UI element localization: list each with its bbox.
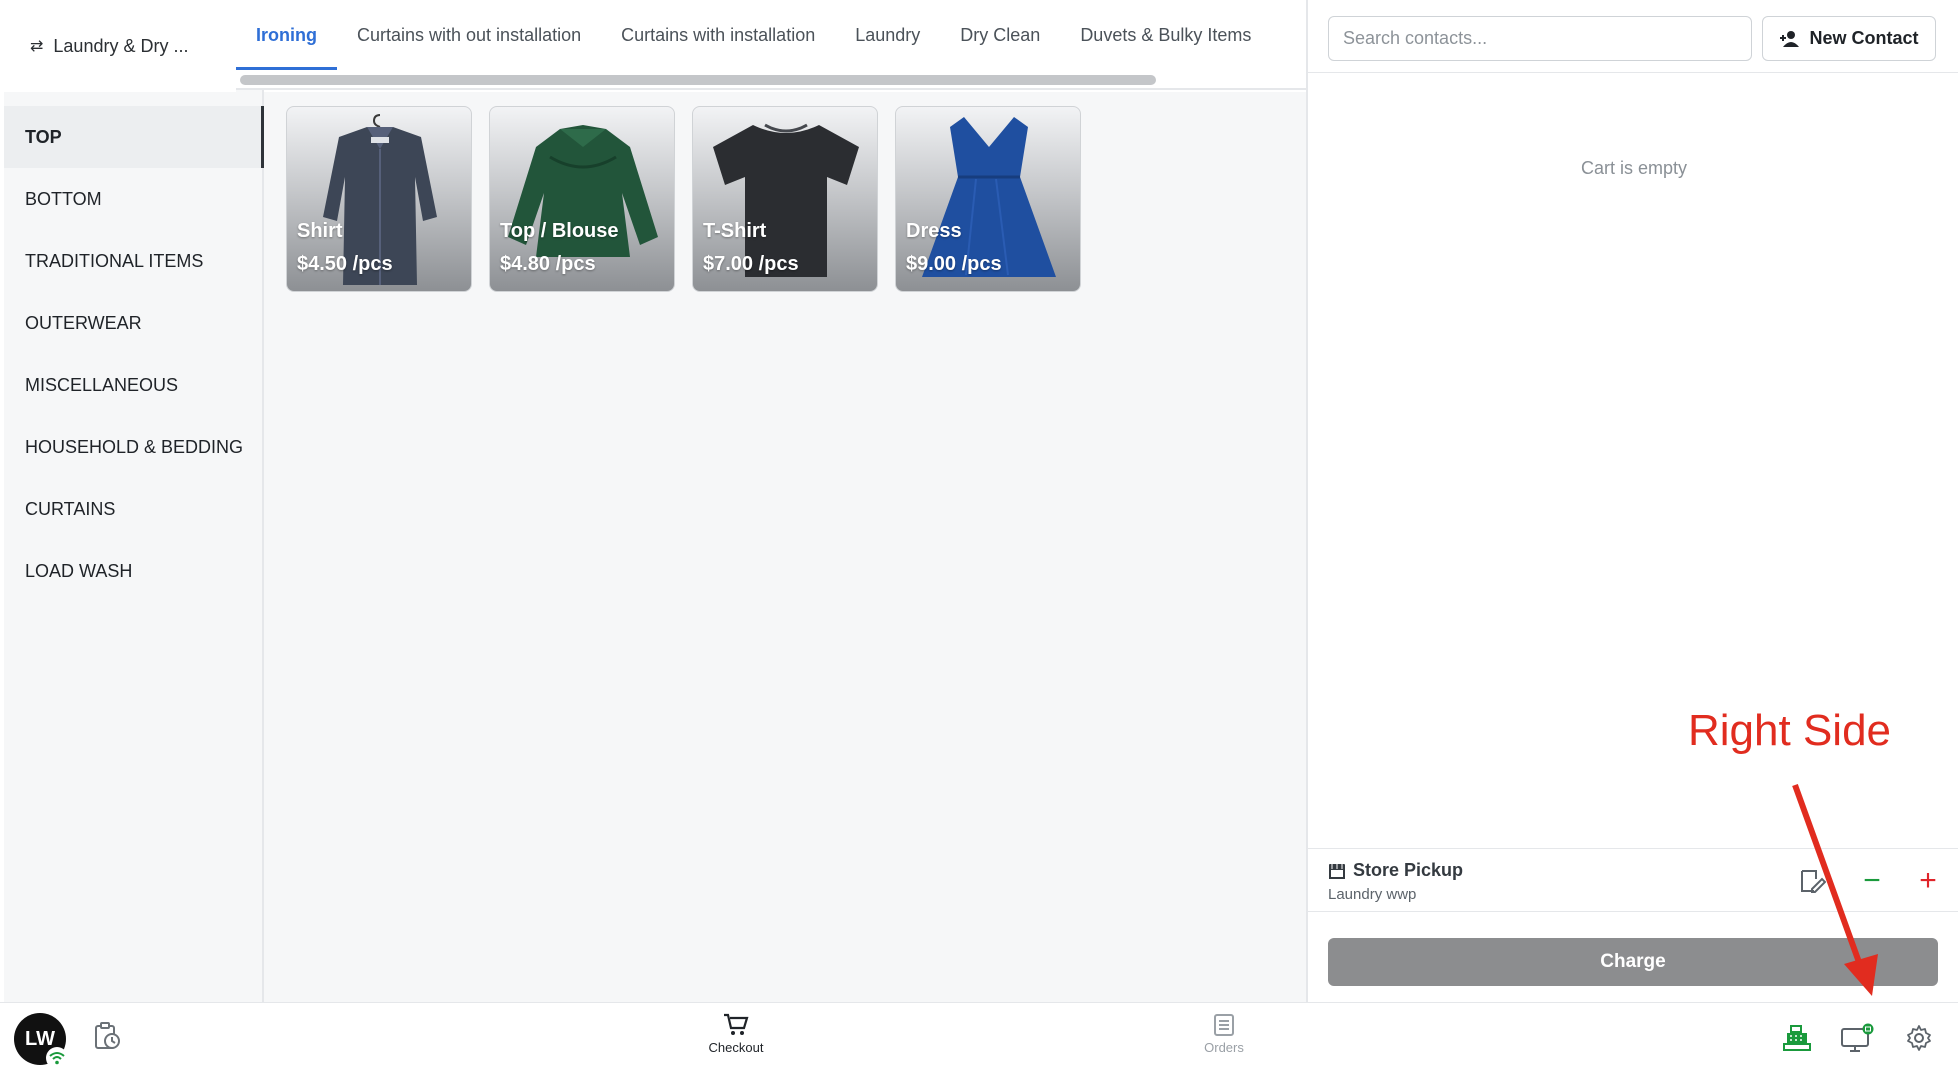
monitor-icon bbox=[1841, 1023, 1874, 1052]
clipboard-clock-icon bbox=[95, 1022, 120, 1049]
cash-register-button[interactable] bbox=[1780, 1021, 1814, 1055]
nav-orders-label: Orders bbox=[1204, 1040, 1244, 1055]
orders-list-icon bbox=[1214, 1014, 1234, 1036]
tab-ironing[interactable]: Ironing bbox=[236, 0, 337, 70]
product-name: Dress bbox=[906, 220, 962, 242]
category-item-household[interactable]: HOUSEHOLD & BEDDING bbox=[4, 416, 264, 478]
category-list: TOP BOTTOM TRADITIONAL ITEMS OUTERWEAR M… bbox=[4, 106, 264, 602]
category-item-traditional[interactable]: TRADITIONAL ITEMS bbox=[4, 230, 264, 292]
settings-button[interactable] bbox=[1902, 1021, 1936, 1055]
fulfillment-title[interactable]: Store Pickup bbox=[1328, 860, 1463, 881]
category-item-load-wash[interactable]: LOAD WASH bbox=[4, 540, 264, 602]
category-label: HOUSEHOLD & BEDDING bbox=[25, 436, 244, 457]
new-contact-button[interactable]: New Contact bbox=[1762, 16, 1936, 61]
product-card-dress[interactable]: Dress $9.00 /pcs bbox=[895, 106, 1081, 292]
nav-orders[interactable]: Orders bbox=[1169, 1013, 1279, 1069]
divider bbox=[1308, 72, 1958, 73]
category-label: TOP bbox=[25, 126, 62, 147]
nav-checkout-label: Checkout bbox=[708, 1040, 764, 1055]
gear-icon bbox=[1907, 1025, 1931, 1051]
tab-dry-clean[interactable]: Dry Clean bbox=[940, 0, 1060, 70]
service-tabs: Ironing Curtains with out installation C… bbox=[236, 0, 1271, 70]
bottom-bar: LW Checkout Orders bbox=[0, 1002, 1958, 1076]
category-label: CURTAINS bbox=[25, 498, 116, 519]
plus-icon: + bbox=[1919, 864, 1937, 897]
category-label: LOAD WASH bbox=[25, 560, 133, 581]
fulfillment-subtitle: Laundry wwp bbox=[1328, 886, 1417, 903]
service-tabs-bar: Ironing Curtains with out installation C… bbox=[236, 0, 1306, 90]
product-name: Top / Blouse bbox=[500, 220, 619, 242]
swap-icon: ⇄ bbox=[30, 38, 44, 55]
cart-empty-message: Cart is empty bbox=[1580, 158, 1688, 178]
user-initials: LW bbox=[25, 1027, 55, 1050]
tab-curtains-without-installation[interactable]: Curtains with out installation bbox=[337, 0, 601, 70]
nav-checkout[interactable]: Checkout bbox=[681, 1013, 791, 1069]
category-label: OUTERWEAR bbox=[25, 312, 142, 333]
fulfillment-title-text: Store Pickup bbox=[1353, 860, 1464, 880]
product-card-t-shirt[interactable]: T-Shirt $7.00 /pcs bbox=[692, 106, 878, 292]
category-item-outerwear[interactable]: OUTERWEAR bbox=[4, 292, 264, 354]
product-grid: Shirt $4.50 /pcs Top / Blouse $4.80 /pcs… bbox=[286, 106, 1081, 292]
customer-display-button[interactable] bbox=[1840, 1021, 1874, 1055]
category-label: BOTTOM bbox=[25, 188, 102, 209]
product-area: Shirt $4.50 /pcs Top / Blouse $4.80 /pcs… bbox=[264, 92, 1306, 1002]
product-price: $9.00 /pcs bbox=[906, 253, 1002, 275]
location-name: Laundry & Dry ... bbox=[53, 35, 189, 56]
tab-laundry[interactable]: Laundry bbox=[835, 0, 940, 70]
category-label: TRADITIONAL ITEMS bbox=[25, 250, 204, 271]
store-icon bbox=[1329, 863, 1345, 879]
cash-register-icon bbox=[1783, 1025, 1811, 1051]
increase-button[interactable]: + bbox=[1910, 863, 1946, 899]
product-name: T-Shirt bbox=[703, 220, 767, 242]
tab-duvets-bulky-items[interactable]: Duvets & Bulky Items bbox=[1060, 0, 1271, 70]
annotation-arrow-icon bbox=[1792, 783, 1878, 996]
category-item-top[interactable]: TOP bbox=[4, 106, 264, 168]
product-price: $4.50 /pcs bbox=[297, 253, 393, 275]
new-contact-label: New Contact bbox=[1809, 28, 1919, 48]
product-card-shirt[interactable]: Shirt $4.50 /pcs bbox=[286, 106, 472, 292]
wifi-icon bbox=[46, 1047, 68, 1069]
product-card-top-blouse[interactable]: Top / Blouse $4.80 /pcs bbox=[489, 106, 675, 292]
category-label: MISCELLANEOUS bbox=[25, 374, 179, 395]
contact-search-input[interactable] bbox=[1328, 16, 1752, 61]
category-item-curtains[interactable]: CURTAINS bbox=[4, 478, 264, 540]
product-name: Shirt bbox=[297, 220, 343, 242]
pos-app: ⇄ Laundry & Dry ... TOP BOTTOM TRADITION… bbox=[0, 0, 1958, 1076]
product-price: $7.00 /pcs bbox=[703, 253, 799, 275]
tab-curtains-with-installation[interactable]: Curtains with installation bbox=[601, 0, 835, 70]
category-item-miscellaneous[interactable]: MISCELLANEOUS bbox=[4, 354, 264, 416]
product-price: $4.80 /pcs bbox=[500, 253, 596, 275]
tabs-scrollbar[interactable] bbox=[240, 75, 1156, 85]
annotation-label: Right Side bbox=[1688, 706, 1892, 755]
location-switcher[interactable]: ⇄ Laundry & Dry ... bbox=[4, 0, 236, 92]
add-user-icon bbox=[1780, 30, 1800, 47]
category-item-bottom[interactable]: BOTTOM bbox=[4, 168, 264, 230]
cart-icon bbox=[724, 1013, 749, 1035]
order-history-button[interactable] bbox=[92, 1021, 126, 1055]
